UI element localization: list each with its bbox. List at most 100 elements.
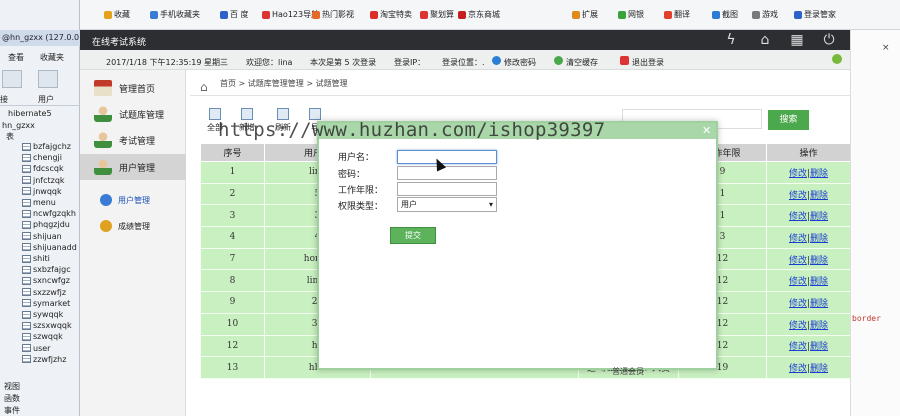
app-header <box>80 30 900 50</box>
edit-link[interactable]: 修改 <box>789 364 807 374</box>
bookmark-item[interactable]: 收藏 <box>104 9 130 20</box>
cell-actions: 修改|删除 <box>766 226 851 249</box>
tree-item-events[interactable]: 事件 <box>4 405 20 416</box>
delete-link[interactable]: 删除 <box>810 277 828 287</box>
delete-link[interactable]: 删除 <box>810 321 828 331</box>
cell-id: 2 <box>200 182 265 206</box>
logout-link[interactable]: 退出登录 <box>632 57 664 68</box>
tree-item-table[interactable]: menu <box>22 197 56 208</box>
edit-link[interactable]: 修改 <box>789 342 807 352</box>
table-icon <box>22 198 31 207</box>
work-years-input[interactable] <box>397 182 497 196</box>
user-icon[interactable] <box>38 70 58 88</box>
browser-extension-item[interactable]: 游戏 <box>752 9 778 20</box>
menu-item-exam[interactable]: 考试管理 <box>80 127 186 153</box>
delete-link[interactable]: 删除 <box>810 256 828 266</box>
delete-link[interactable]: 删除 <box>810 191 828 201</box>
tree-item-table[interactable]: jnwqqk <box>22 186 62 197</box>
tree-item-table[interactable]: sxzzwfjz <box>22 287 66 298</box>
edit-link[interactable]: 修改 <box>789 321 807 331</box>
tree-item-table[interactable]: chengji <box>22 152 62 163</box>
menu-item-users[interactable]: 用户管理 <box>80 154 186 180</box>
search-button[interactable]: 搜索 <box>768 110 809 130</box>
tree-item-table[interactable]: shijuanadd <box>22 242 77 253</box>
ide-tab-favorites[interactable]: 收藏夹 <box>40 52 64 63</box>
browser-extension-item[interactable]: 截图 <box>712 9 738 20</box>
browser-extension-item[interactable]: 网银 <box>618 9 644 20</box>
tree-item-table[interactable]: sywqqk <box>22 309 63 320</box>
delete-link[interactable]: 删除 <box>810 299 828 309</box>
bookmark-item[interactable]: Hao123导航 <box>262 9 319 20</box>
delete-link[interactable]: 删除 <box>810 364 828 374</box>
bookmark-item[interactable]: 手机收藏夹 <box>150 9 200 20</box>
tree-item-connection[interactable]: hibernate5 <box>8 108 52 119</box>
menu-item-home[interactable]: 管理首页 <box>80 75 186 101</box>
tree-item-table[interactable]: jnfctzqk <box>22 175 65 186</box>
column-header: 序号 <box>200 143 265 162</box>
connect-icon[interactable] <box>2 70 22 88</box>
bookmark-item[interactable]: 聚划算 <box>420 9 454 20</box>
ide-tab-view[interactable]: 查看 <box>8 52 24 63</box>
browser-extension-item[interactable]: 扩展 <box>572 9 598 20</box>
edit-link[interactable]: 修改 <box>789 256 807 266</box>
tree-item-table[interactable]: shijuan <box>22 231 62 242</box>
change-password-link[interactable]: 修改密码 <box>504 57 536 68</box>
edit-link[interactable]: 修改 <box>789 169 807 179</box>
tree-item-tables-group[interactable]: 表 <box>6 131 14 142</box>
tree-item-table[interactable]: sxncwfgz <box>22 275 70 286</box>
cell-actions: 修改|删除 <box>766 356 851 379</box>
tree-item-table[interactable]: ncwfgzqkh <box>22 208 76 219</box>
tree-item-table[interactable]: szsxwqqk <box>22 320 72 331</box>
tree-item-functions[interactable]: 函数 <box>4 393 20 404</box>
menu-item-question-bank[interactable]: 试题库管理 <box>80 101 186 127</box>
tree-item-table[interactable]: user <box>22 343 50 354</box>
bookmark-item[interactable]: 京东商城 <box>458 9 500 20</box>
tree-item-table[interactable]: sxbzfajgc <box>22 264 71 275</box>
edit-link[interactable]: 修改 <box>789 277 807 287</box>
bookmark-item[interactable]: 热门影视 <box>312 9 354 20</box>
bookmark-item[interactable]: 百 度 <box>220 9 249 20</box>
tree-item-table[interactable]: bzfajgchz <box>22 141 71 152</box>
tree-item-table[interactable]: symarket <box>22 298 70 309</box>
tree-item-table[interactable]: shiti <box>22 253 50 264</box>
close-icon[interactable]: × <box>882 43 890 53</box>
tree-item-table[interactable]: szwqqk <box>22 331 63 342</box>
bookmark-item[interactable]: 淘宝特卖 <box>370 9 412 20</box>
edit-link[interactable]: 修改 <box>789 299 807 309</box>
home-icon[interactable]: ⌂ <box>754 31 776 49</box>
close-icon[interactable]: ✕ <box>702 124 711 137</box>
tree-item-database[interactable]: hn_gzxx <box>2 120 35 131</box>
table-icon <box>22 243 31 252</box>
edit-link[interactable]: 修改 <box>789 191 807 201</box>
type-cell-partial: 普通会员 <box>612 367 644 376</box>
lightning-icon[interactable]: ϟ <box>720 31 742 49</box>
delete-link[interactable]: 删除 <box>810 212 828 222</box>
cell-actions: 修改|删除 <box>766 291 851 314</box>
tree-item-views[interactable]: 视图 <box>4 381 20 392</box>
tree-item-table[interactable]: phqgzjdu <box>22 219 70 230</box>
ide-tabs: 查看 收藏夹 <box>0 50 80 64</box>
table-icon <box>22 209 31 218</box>
edit-link[interactable]: 修改 <box>789 212 807 222</box>
submenu-score-management[interactable]: 成绩管理 <box>100 220 150 232</box>
clear-cache-link[interactable]: 清空缓存 <box>566 57 598 68</box>
browser-extension-item[interactable]: 翻译 <box>664 9 690 20</box>
bookmark-icon <box>150 10 158 19</box>
delete-link[interactable]: 删除 <box>810 342 828 352</box>
delete-link[interactable]: 删除 <box>810 234 828 244</box>
power-icon[interactable]: ⏻ <box>818 31 840 49</box>
browser-extension-item[interactable]: 登录管家 <box>794 9 836 20</box>
username-input[interactable] <box>397 150 497 164</box>
ide-toolbar: 接 用户 <box>0 66 80 106</box>
edit-link[interactable]: 修改 <box>789 234 807 244</box>
password-input[interactable] <box>397 166 497 180</box>
tree-item-table[interactable]: zzwfjzhz <box>22 354 66 365</box>
submit-button[interactable]: 提交 <box>390 227 436 244</box>
bookmark-icon <box>370 10 378 19</box>
grid-icon[interactable]: ▦ <box>786 31 808 49</box>
tree-item-table[interactable]: fdcscqk <box>22 163 64 174</box>
ide-tool-user-label: 用户 <box>38 95 54 104</box>
submenu-user-management[interactable]: 用户管理 <box>100 194 150 206</box>
delete-link[interactable]: 删除 <box>810 169 828 179</box>
role-select[interactable]: 用户 ▾ <box>397 197 497 212</box>
